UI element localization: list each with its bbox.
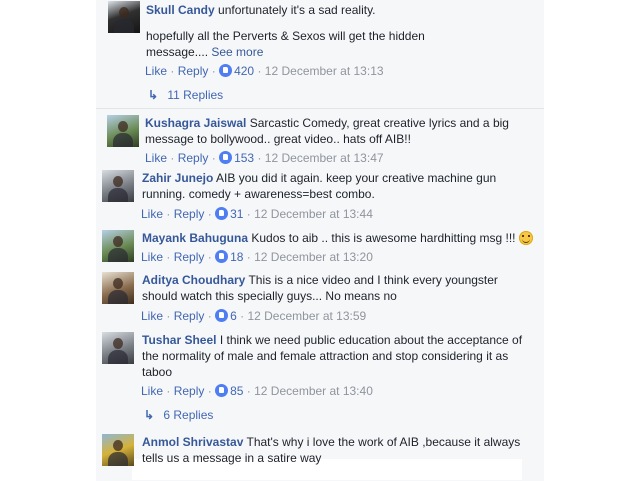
comment-text-line: running. comedy + awareness=best combo.: [142, 187, 375, 201]
commenter-name[interactable]: Tushar Sheel: [142, 333, 216, 347]
reply-link[interactable]: Reply: [174, 250, 205, 264]
avatar[interactable]: [102, 272, 134, 304]
comment-text: Sarcastic Comedy, great creative lyrics …: [249, 116, 509, 130]
avatar[interactable]: [102, 332, 134, 364]
like-reaction-icon: [215, 207, 229, 220]
reply-link[interactable]: Reply: [178, 151, 209, 165]
reply-link[interactable]: Reply: [174, 309, 205, 323]
reply-link[interactable]: Reply: [178, 64, 209, 78]
comment-text-line: taboo: [142, 365, 173, 379]
see-more-link[interactable]: See more: [211, 45, 263, 59]
like-link[interactable]: Like: [145, 64, 167, 78]
avatar[interactable]: [102, 230, 134, 262]
like-reaction-icon: [219, 151, 233, 164]
avatar[interactable]: [107, 115, 139, 147]
replies-count: 11 Replies: [167, 88, 224, 102]
like-reaction-icon: [215, 384, 229, 397]
comment-actions: Like · Reply · 85 · 12 December at 13:40: [141, 384, 373, 398]
replies-count: 6 Replies: [163, 408, 214, 422]
comment-text: I think we need public education about t…: [219, 333, 523, 347]
like-count[interactable]: 153: [234, 151, 254, 165]
comment-text: AIB you did it again. keep your creative…: [216, 171, 497, 185]
like-reaction-icon: [215, 309, 229, 322]
avatar[interactable]: [102, 170, 134, 202]
comment-timestamp[interactable]: 12 December at 13:59: [247, 309, 366, 323]
like-count[interactable]: 420: [234, 64, 254, 78]
view-replies-link[interactable]: ↳ 6 Replies: [144, 407, 213, 423]
view-replies-link[interactable]: ↳ 11 Replies: [148, 87, 223, 103]
comment-text: That's why i love the work of AIB ,becau…: [246, 435, 521, 449]
commenter-name[interactable]: Anmol Shrivastav: [142, 435, 243, 449]
comment-timestamp[interactable]: 12 December at 13:20: [254, 250, 373, 264]
comment-timestamp[interactable]: 12 December at 13:40: [254, 384, 373, 398]
like-link[interactable]: Like: [145, 151, 167, 165]
comment-text-line: should watch this specially guys... No m…: [142, 289, 397, 303]
like-count[interactable]: 6: [230, 309, 237, 323]
like-count[interactable]: 85: [230, 384, 243, 398]
comment-timestamp[interactable]: 12 December at 13:47: [265, 151, 384, 165]
commenter-name[interactable]: Kushagra Jaiswal: [145, 116, 246, 130]
comment-actions: Like · Reply · 153 · 12 December at 13:4…: [145, 151, 384, 165]
comment-actions: Like · Reply · 18 · 12 December at 13:20: [141, 250, 373, 264]
reply-link[interactable]: Reply: [174, 384, 205, 398]
comment-text-line: message to bollywood.. great video.. hat…: [145, 132, 411, 146]
like-link[interactable]: Like: [141, 309, 163, 323]
comment-actions: Like · Reply · 6 · 12 December at 13:59: [141, 309, 367, 323]
comment-actions: Like · Reply · 31 · 12 December at 13:44: [141, 207, 373, 221]
like-link[interactable]: Like: [141, 250, 163, 264]
like-link[interactable]: Like: [141, 207, 163, 221]
like-link[interactable]: Like: [141, 384, 163, 398]
comment-text-line: hopefully all the Perverts & Sexos will …: [146, 29, 425, 43]
comment-text-line: tells us a message in a satire way: [142, 451, 322, 465]
comment-timestamp[interactable]: 12 December at 13:44: [254, 207, 373, 221]
reply-arrow-icon: ↳: [148, 88, 159, 102]
comment-text: unfortunately it's a sad reality.: [218, 3, 376, 17]
smile-emoji-icon: [518, 231, 533, 245]
reply-link[interactable]: Reply: [174, 207, 205, 221]
like-count[interactable]: 31: [230, 207, 243, 221]
commenter-name[interactable]: Zahir Junejo: [142, 171, 213, 185]
like-count[interactable]: 18: [230, 250, 243, 264]
comment-text-line: the normality of male and female attract…: [142, 349, 509, 363]
commenter-name[interactable]: Mayank Bahuguna: [142, 231, 248, 245]
avatar[interactable]: [102, 434, 134, 466]
comment-text: This is a nice video and I think every y…: [248, 273, 498, 287]
comment-timestamp[interactable]: 12 December at 13:13: [265, 64, 384, 78]
like-reaction-icon: [219, 64, 233, 77]
comment-actions: Like · Reply · 420 · 12 December at 13:1…: [145, 64, 384, 78]
reply-arrow-icon: ↳: [144, 408, 155, 422]
commenter-name[interactable]: Aditya Choudhary: [142, 273, 245, 287]
comment-text-line: message....: [146, 45, 209, 59]
like-reaction-icon: [215, 250, 229, 263]
avatar[interactable]: [108, 1, 140, 33]
commenter-name[interactable]: Skull Candy: [146, 3, 215, 17]
comment-text: Kudos to aib .. this is awesome hardhitt…: [251, 231, 516, 245]
